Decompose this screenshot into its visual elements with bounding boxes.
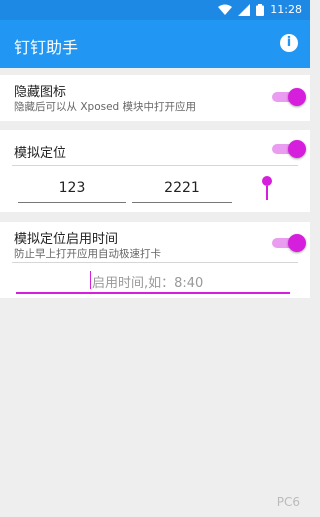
mock-location-title: 模拟定位 <box>14 146 67 161</box>
wifi-icon <box>218 4 233 15</box>
battery-icon <box>256 3 265 16</box>
enable-time-placeholder: 启用时间,如：8:40 <box>92 276 204 291</box>
enable-time-input[interactable]: 启用时间,如：8:40 <box>16 270 290 294</box>
mock-location-switch[interactable] <box>272 140 306 158</box>
switch-thumb <box>288 140 306 158</box>
divider <box>12 165 298 166</box>
location-slider[interactable] <box>262 176 272 202</box>
hide-icon-title: 隐藏图标 <box>14 85 67 100</box>
mock-time-subtitle: 防止早上打开应用自动极速打卡 <box>14 248 161 260</box>
mock-location-card: 模拟定位 123 2221 <box>0 130 310 212</box>
mock-time-title: 模拟定位启用时间 <box>14 232 119 247</box>
slider-stem <box>266 186 268 200</box>
status-time: 11:28 <box>270 3 302 16</box>
watermark: PC6 <box>276 495 300 509</box>
app-title: 钉钉助手 <box>14 38 79 57</box>
hide-icon-card: 隐藏图标 隐藏后可以从 Xposed 模块中打开应用 <box>0 75 310 121</box>
app-bar: 钉钉助手 i <box>0 20 310 68</box>
switch-thumb <box>288 234 306 252</box>
hide-icon-switch[interactable] <box>272 88 306 106</box>
location-value-2-input[interactable]: 2221 <box>132 180 232 203</box>
status-bar: 11:28 <box>0 0 310 20</box>
signal-icon <box>238 3 251 16</box>
hide-icon-subtitle: 隐藏后可以从 Xposed 模块中打开应用 <box>14 101 197 113</box>
divider <box>12 262 298 263</box>
mock-time-switch[interactable] <box>272 234 306 252</box>
info-icon[interactable]: i <box>280 34 298 52</box>
location-value-1-input[interactable]: 123 <box>18 180 126 203</box>
text-cursor <box>90 271 91 289</box>
slider-knob <box>262 176 272 186</box>
switch-thumb <box>288 88 306 106</box>
